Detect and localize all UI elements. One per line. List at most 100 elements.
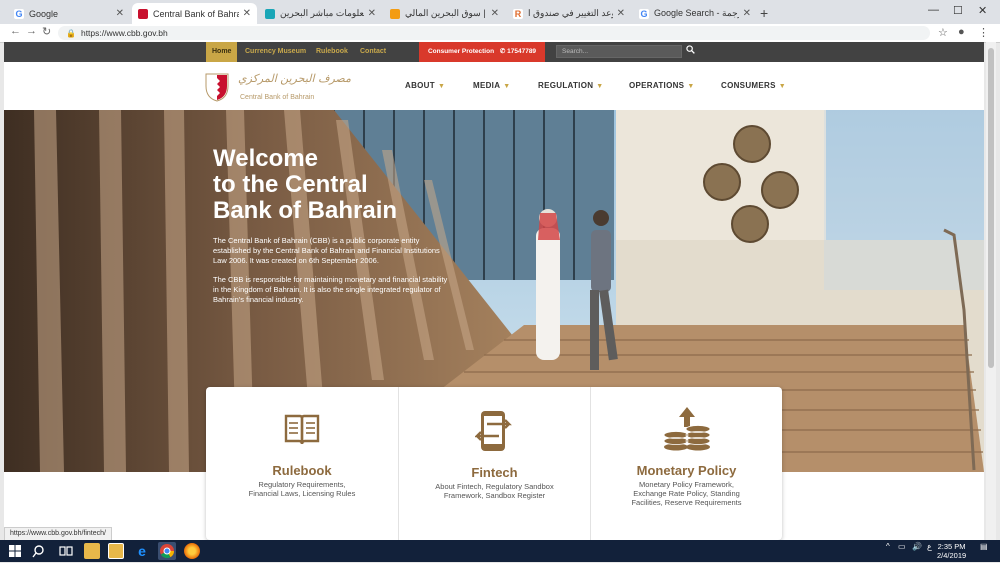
currency-museum-link[interactable]: Currency Museum	[245, 42, 306, 62]
card-desc-line: About Fintech, Regulatory Sandbox	[435, 482, 554, 491]
tab-mubasher[interactable]: معلومات مباشر البحرين ✕	[259, 3, 382, 24]
network-icon[interactable]: ▭	[898, 542, 906, 551]
maximize-icon[interactable]: ☐	[953, 4, 963, 17]
tab-google[interactable]: G Google ✕	[8, 3, 130, 24]
card-title: Fintech	[471, 465, 518, 480]
file-explorer-icon[interactable]	[84, 543, 100, 559]
close-icon[interactable]: ✕	[116, 8, 124, 19]
tab-label: Google Search - ترجمة	[654, 8, 739, 18]
folder-icon[interactable]	[108, 543, 124, 559]
card-desc-line: Framework, Sandbox Register	[443, 491, 546, 500]
chrome-taskbar-button[interactable]	[158, 542, 176, 560]
clock[interactable]: 2:35 PM 2/4/2019	[937, 542, 966, 560]
windows-start-icon[interactable]	[7, 543, 23, 559]
language-indicator[interactable]: ع	[927, 542, 932, 551]
argaam-icon	[390, 8, 400, 19]
scrollbar-thumb[interactable]	[988, 48, 994, 368]
google-icon: G	[14, 8, 24, 19]
clock-time: 2:35 PM	[937, 542, 966, 551]
search-icon[interactable]	[32, 543, 48, 559]
nav-label: ABOUT	[405, 81, 435, 90]
google-icon: G	[639, 8, 649, 19]
notifications-icon[interactable]: ▤	[980, 542, 988, 551]
phone-icon: ✆	[499, 48, 506, 55]
consumer-protection-button[interactable]: Consumer Protection ✆ 17547789	[419, 42, 545, 62]
reload-icon[interactable]: ↻	[42, 25, 51, 38]
task-view-icon[interactable]	[58, 543, 74, 559]
cbb-icon	[138, 8, 148, 19]
logo-arabic-text: مصرف البحرين المركزي	[238, 72, 351, 85]
rulebook-link[interactable]: Rulebook	[316, 42, 348, 62]
profile-icon[interactable]: ●	[958, 26, 965, 38]
mubasher-icon	[265, 8, 275, 19]
cbb-logo[interactable]: مصرف البحرين المركزي Central Bank of Bah…	[204, 72, 351, 106]
hero-title-line: to the Central	[213, 171, 368, 198]
tab-label: Google	[29, 8, 59, 19]
star-icon[interactable]: ☆	[938, 26, 948, 39]
nav-regulation[interactable]: REGULATION ▼	[538, 81, 604, 90]
url-text: https://www.cbb.gov.bh	[80, 28, 168, 38]
nav-label: MEDIA	[473, 81, 501, 90]
tab-news[interactable]: R هل حان موعد التغيير في صندوق ا... ✕	[507, 3, 631, 24]
card-title: Rulebook	[272, 463, 332, 478]
card-rulebook[interactable]: Rulebook Regulatory Requirements, Financ…	[206, 387, 398, 540]
address-bar: ← → ↻ 🔒 https://www.cbb.gov.bh ☆ ● ⋮	[0, 24, 1000, 43]
card-description: Regulatory Requirements, Financial Laws,…	[206, 480, 398, 498]
nav-about[interactable]: ABOUT ▼	[405, 81, 445, 90]
chrome-icon	[160, 544, 175, 559]
hero-title-line: Welcome	[213, 145, 318, 172]
utility-bar: Home Currency Museum Rulebook Contact Co…	[4, 42, 984, 62]
card-monetary-policy[interactable]: Monetary Policy Monetary Policy Framewor…	[590, 387, 782, 540]
url-field[interactable]: 🔒 https://www.cbb.gov.bh	[58, 26, 930, 40]
close-icon[interactable]: ✕	[243, 8, 251, 19]
caret-down-icon: ▼	[687, 83, 695, 90]
close-icon[interactable]: ✕	[743, 8, 751, 19]
site-header: مصرف البحرين المركزي Central Bank of Bah…	[4, 62, 984, 110]
card-description: Monetary Policy Framework, Exchange Rate…	[591, 480, 782, 507]
feature-cards: Rulebook Regulatory Requirements, Financ…	[206, 387, 782, 540]
card-fintech[interactable]: Fintech About Fintech, Regulatory Sandbo…	[398, 387, 590, 540]
logo-english-text: Central Bank of Bahrain	[240, 94, 315, 101]
search-icon[interactable]	[686, 45, 695, 54]
tab-translate[interactable]: G Google Search - ترجمة ✕	[633, 3, 757, 24]
close-icon[interactable]: ✕	[491, 8, 499, 19]
cbb-emblem-icon	[205, 73, 229, 102]
contact-link[interactable]: Contact	[360, 42, 386, 62]
nav-operations[interactable]: OPERATIONS ▼	[629, 81, 695, 90]
close-icon[interactable]: ✕	[368, 8, 376, 19]
book-icon	[284, 414, 320, 445]
news-icon: R	[513, 8, 523, 19]
volume-icon[interactable]: 🔊	[912, 542, 922, 551]
search-placeholder: Search...	[562, 48, 589, 55]
nav-media[interactable]: MEDIA ▼	[473, 81, 511, 90]
scrollbar[interactable]	[986, 42, 996, 540]
tab-cbb[interactable]: Central Bank of Bahrain | CBB ✕	[132, 3, 257, 24]
nav-consumers[interactable]: CONSUMERS ▼	[721, 81, 786, 90]
lock-icon: 🔒	[66, 28, 76, 38]
home-link[interactable]: Home	[206, 42, 238, 62]
close-window-icon[interactable]: ✕	[978, 4, 987, 17]
taskbar: e ^ ▭ 🔊 ع 2:35 PM 2/4/2019 ▤	[0, 540, 1000, 562]
new-tab-icon[interactable]: +	[760, 5, 768, 21]
search-input[interactable]: Search...	[556, 45, 682, 58]
tray-up-icon[interactable]: ^	[886, 542, 890, 551]
link-status-bar: https://www.cbb.gov.bh/fintech/	[4, 527, 112, 541]
caret-down-icon: ▼	[778, 83, 786, 90]
tab-argaam[interactable]: أرقام | سوق البحرين المالي ✕	[384, 3, 505, 24]
forward-icon[interactable]: →	[26, 25, 37, 37]
phone-number: 17547789	[507, 48, 537, 55]
firefox-icon[interactable]	[184, 543, 200, 559]
consumer-label: Consumer Protection	[427, 48, 495, 55]
hero-title-line: Bank of Bahrain	[213, 197, 398, 224]
webpage: Home Currency Museum Rulebook Contact Co…	[4, 42, 984, 540]
caret-down-icon: ▼	[503, 83, 511, 90]
tab-strip: G Google ✕ Central Bank of Bahrain | CBB…	[0, 0, 1000, 24]
tab-label: أرقام | سوق البحرين المالي	[405, 8, 487, 18]
menu-icon[interactable]: ⋮	[978, 26, 989, 39]
card-description: About Fintech, Regulatory Sandbox Framew…	[399, 482, 590, 500]
minimize-icon[interactable]: —	[928, 4, 939, 16]
close-icon[interactable]: ✕	[617, 8, 625, 19]
coins-arrow-icon	[663, 407, 710, 451]
back-icon[interactable]: ←	[10, 25, 21, 37]
edge-icon[interactable]: e	[134, 543, 150, 559]
